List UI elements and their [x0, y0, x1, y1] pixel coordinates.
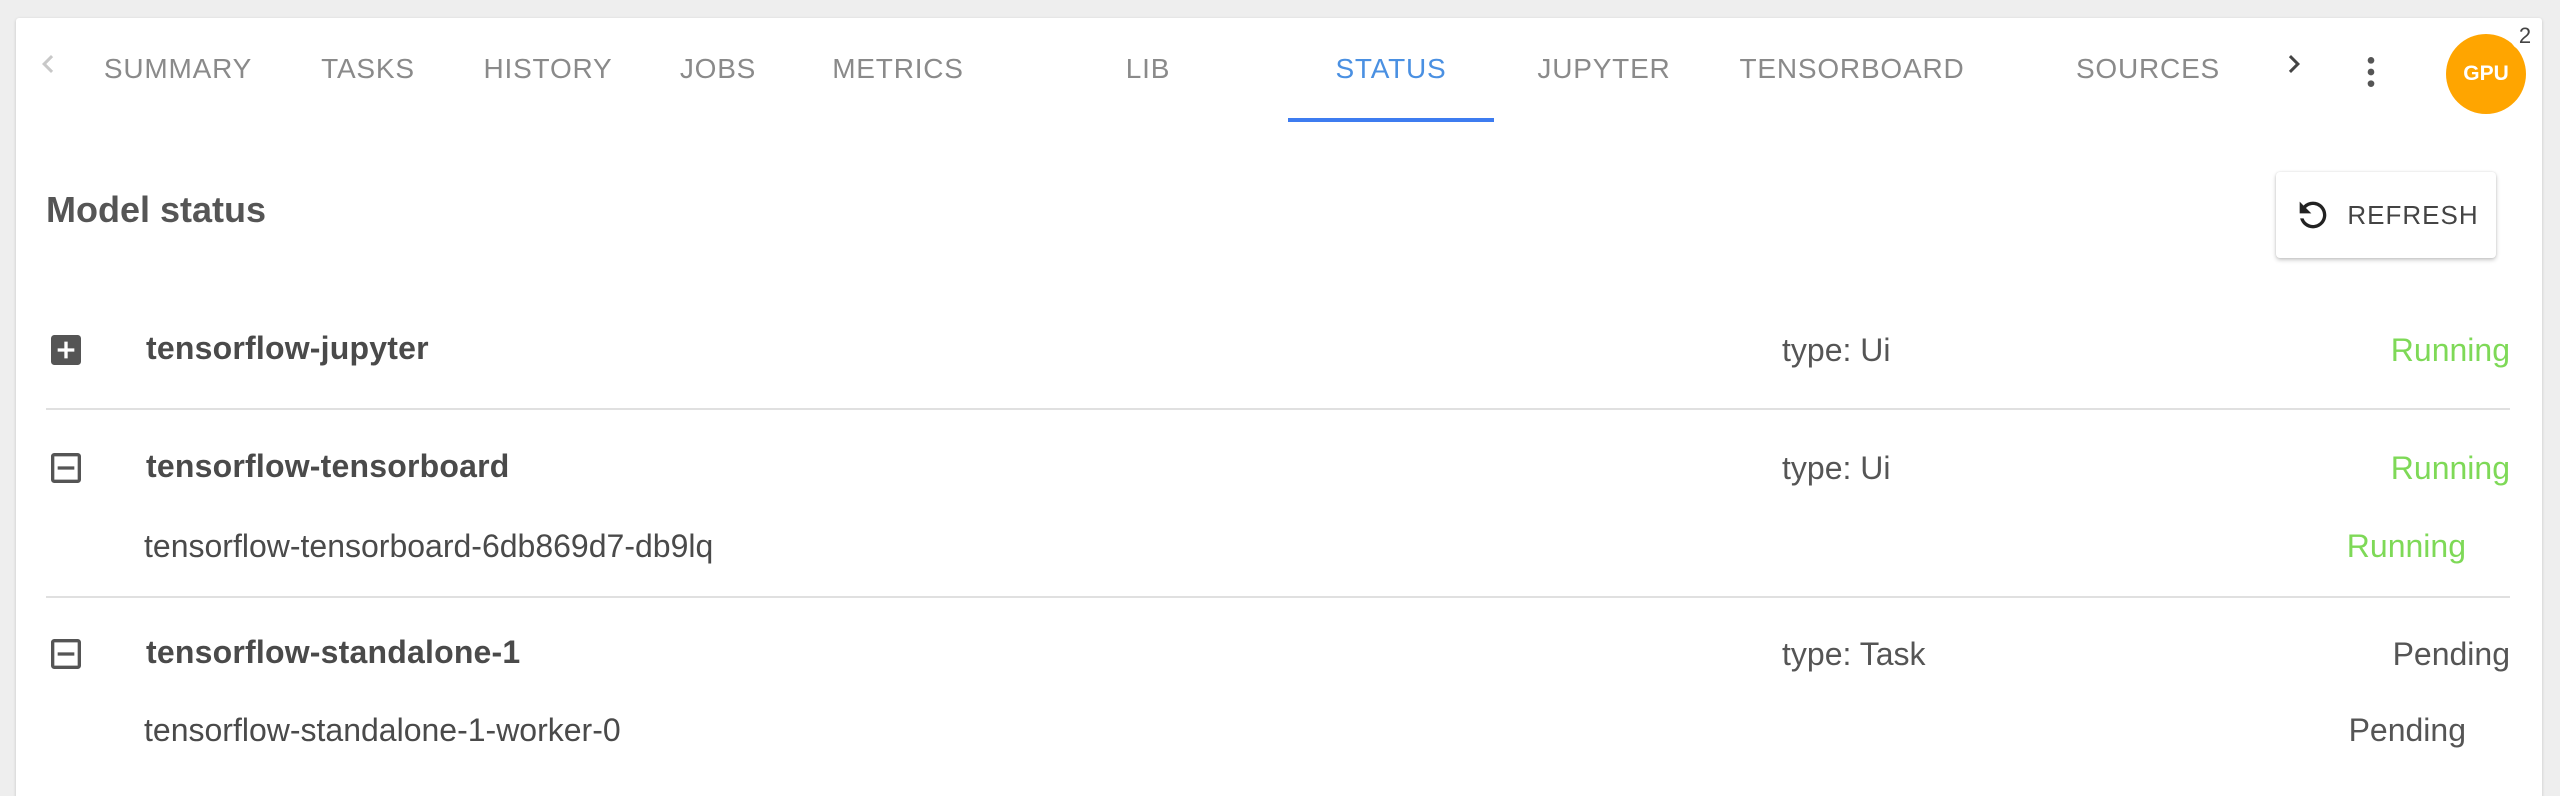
model-type: type: Ui	[1782, 450, 1891, 486]
model-row: tensorflow-standalone-1 type: Task Pendi…	[46, 598, 2510, 786]
refresh-icon	[2300, 201, 2327, 229]
tab-scroll-left-button[interactable]	[24, 40, 72, 88]
avatar-label: GPU	[2463, 62, 2509, 85]
model-type: type: Ui	[1782, 332, 1891, 368]
tab-scroll-right-button[interactable]	[2270, 40, 2318, 88]
refresh-button[interactable]: REFRESH	[2276, 172, 2496, 258]
more-options-button[interactable]	[2351, 48, 2391, 96]
tab-label: JOBS	[679, 53, 757, 84]
expand-toggle-button[interactable]	[46, 330, 86, 370]
model-name: tensorflow-tensorboard	[146, 448, 510, 484]
minus-box-icon	[51, 639, 81, 669]
model-name: tensorflow-jupyter	[146, 330, 429, 366]
model-status: Running	[2390, 332, 2510, 368]
tab-status[interactable]: STATUS	[1288, 18, 1494, 122]
model-status: Pending	[2392, 636, 2510, 672]
chevron-left-icon	[42, 55, 54, 73]
more-vertical-icon	[2367, 57, 2375, 87]
collapse-toggle-button[interactable]	[46, 634, 86, 674]
tab-label: SUMMARY	[103, 53, 253, 84]
tab-label: SOURCES	[2075, 53, 2221, 84]
badge-count: 2	[2518, 23, 2532, 48]
pod-status: Pending	[2348, 712, 2466, 748]
model-type: type: Task	[1782, 636, 1926, 672]
page-title: Model status	[46, 189, 267, 230]
pod-name: tensorflow-standalone-1-worker-0	[144, 712, 621, 748]
tab-label: LIB	[1125, 53, 1171, 84]
tab-label: HISTORY	[483, 53, 613, 84]
minus-box-icon	[51, 453, 81, 483]
notification-count-badge: 2	[2510, 21, 2540, 51]
model-card: SUMMARY TASKS HISTORY JOBS METRICS LIB S…	[16, 18, 2542, 796]
tab-lib[interactable]: LIB	[1078, 18, 1218, 120]
tab-metrics[interactable]: METRICS	[798, 18, 998, 120]
tab-label: TENSORBOARD	[1739, 53, 1965, 84]
pod-status: Running	[2346, 528, 2466, 564]
collapse-toggle-button[interactable]	[46, 448, 86, 488]
plus-box-icon	[51, 335, 81, 365]
tab-history[interactable]: HISTORY	[458, 18, 638, 120]
tab-bar: SUMMARY TASKS HISTORY JOBS METRICS LIB S…	[16, 18, 2542, 122]
tab-tasks[interactable]: TASKS	[288, 18, 448, 120]
active-tab-indicator	[1288, 118, 1494, 122]
tab-label: TASKS	[321, 53, 415, 84]
model-name: tensorflow-standalone-1	[146, 634, 521, 670]
pod-name: tensorflow-tensorboard-6db869d7-db9lq	[144, 528, 714, 564]
model-row: tensorflow-tensorboard type: Ui Running …	[46, 410, 2510, 598]
tab-label: JUPYTER	[1537, 53, 1671, 84]
model-status: Running	[2390, 450, 2510, 486]
tab-sources[interactable]: SOURCES	[2048, 18, 2248, 120]
tab-jobs[interactable]: JOBS	[648, 18, 788, 120]
tab-tensorboard[interactable]: TENSORBOARD	[1714, 18, 1990, 120]
model-row: tensorflow-jupyter type: Ui Running	[46, 286, 2510, 410]
refresh-label: REFRESH	[2347, 199, 2479, 230]
tab-summary[interactable]: SUMMARY	[78, 18, 278, 120]
chevron-right-icon	[2288, 55, 2300, 73]
tab-jupyter[interactable]: JUPYTER	[1504, 18, 1704, 120]
tab-label: STATUS	[1335, 53, 1447, 84]
tab-label: METRICS	[832, 53, 964, 84]
